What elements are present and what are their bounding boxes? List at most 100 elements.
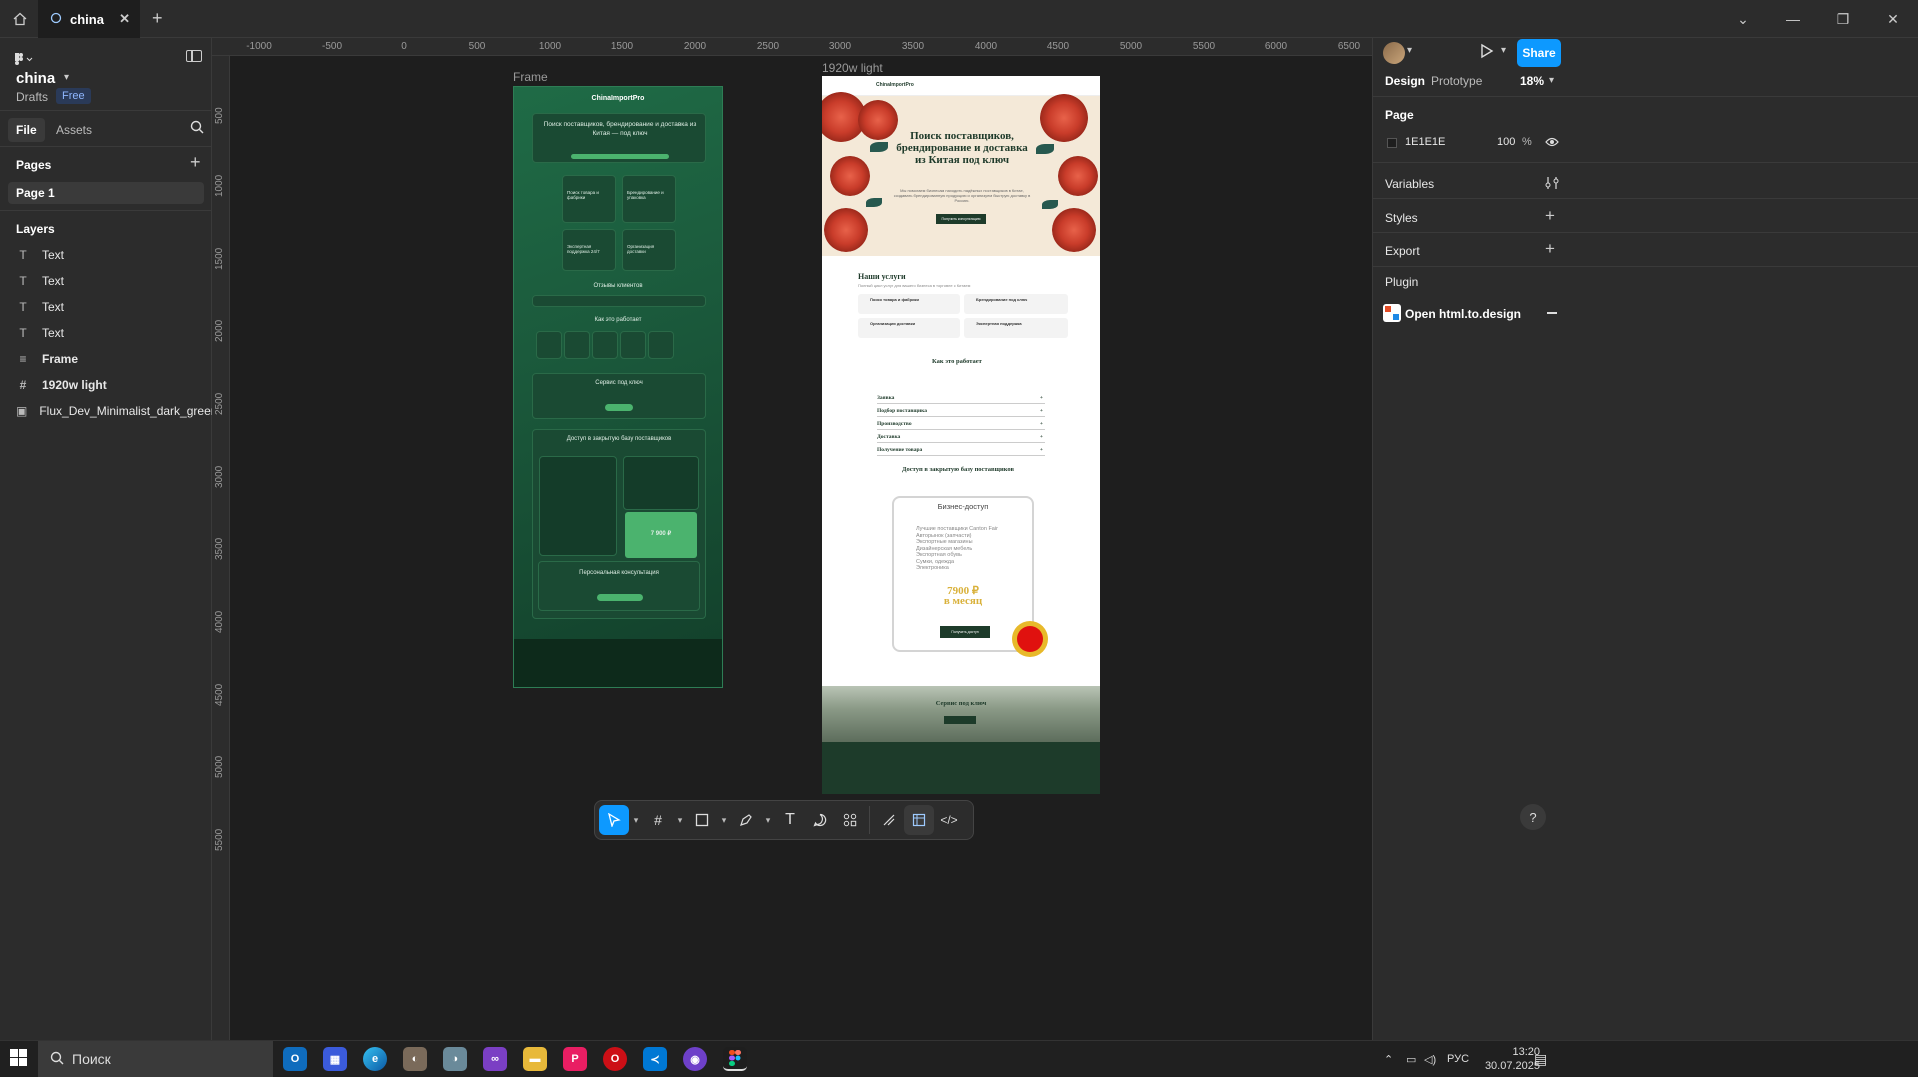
- layer-item[interactable]: ≡ Frame: [0, 346, 212, 372]
- layer-item[interactable]: ▣ Flux_Dev_Minimalist_dark_green_abstract…: [0, 398, 212, 424]
- store-icon[interactable]: ▦: [323, 1047, 347, 1071]
- windows-start-icon[interactable]: [10, 1049, 27, 1066]
- add-page-button[interactable]: +: [190, 152, 201, 173]
- file-location[interactable]: Drafts: [16, 90, 48, 104]
- edge-icon[interactable]: e: [363, 1047, 387, 1071]
- github-icon[interactable]: ◉: [683, 1047, 707, 1071]
- dark-frame[interactable]: ChinaImportPro Поиск поставщиков, бренди…: [513, 86, 723, 688]
- pricing-price: 7900 ₽ в месяц: [894, 586, 1032, 607]
- chevron-down-icon[interactable]: ▾: [1549, 75, 1554, 86]
- frame-label[interactable]: 1920w light: [822, 61, 883, 75]
- frame-layer-icon: ≡: [19, 352, 27, 366]
- page-item[interactable]: Page 1: [8, 182, 204, 204]
- window-close-icon[interactable]: ✕: [1868, 0, 1918, 38]
- variables-settings-icon[interactable]: [1545, 176, 1559, 193]
- home-icon[interactable]: [6, 6, 34, 32]
- avatar[interactable]: [1383, 42, 1405, 64]
- volume-icon[interactable]: ◁): [1424, 1041, 1436, 1077]
- minus-icon[interactable]: [1547, 312, 1557, 314]
- tray-chevron-icon[interactable]: ⌃: [1384, 1041, 1393, 1077]
- chevron-down-icon[interactable]: ▾: [761, 805, 775, 835]
- accordion-label: Получение товара: [877, 447, 923, 453]
- how-title: Как это работает: [594, 317, 642, 323]
- canvas[interactable]: Frame 1920w light ChinaImportPro Поиск п…: [231, 56, 1372, 1040]
- rectangle-tool-icon[interactable]: [687, 805, 717, 835]
- add-export-button[interactable]: +: [1545, 239, 1555, 259]
- pen-tool-icon[interactable]: [731, 805, 761, 835]
- service-card: Брендирование под ключ: [964, 294, 1068, 314]
- close-tab-icon[interactable]: ✕: [119, 11, 130, 27]
- comment-tool-icon[interactable]: [805, 805, 835, 835]
- file-explorer-icon[interactable]: ▬: [523, 1047, 547, 1071]
- pricing-card: Бизнес-доступ Лучшие поставщики Canton F…: [892, 496, 1034, 652]
- clock[interactable]: 13:20 30.07.2025: [1480, 1045, 1540, 1073]
- share-button[interactable]: Share: [1517, 39, 1561, 67]
- app-icon[interactable]: ◐: [403, 1047, 427, 1071]
- divider: [1373, 266, 1918, 267]
- language-indicator[interactable]: РУС: [1447, 1041, 1469, 1077]
- layer-item[interactable]: #1920w light: [0, 372, 212, 398]
- eye-icon[interactable]: [1545, 136, 1559, 151]
- tab-assets[interactable]: Assets: [56, 123, 92, 137]
- tab-design[interactable]: Design: [1385, 74, 1425, 88]
- chevron-down-icon[interactable]: ▾: [1501, 45, 1506, 56]
- page-color-swatch[interactable]: [1387, 138, 1397, 148]
- figma-icon[interactable]: [723, 1047, 747, 1071]
- app-icon[interactable]: P: [563, 1047, 587, 1071]
- assets-tool-icon[interactable]: [835, 805, 865, 835]
- visual-studio-icon[interactable]: ∞: [483, 1047, 507, 1071]
- layer-item[interactable]: T Text: [0, 294, 212, 320]
- new-tab-button[interactable]: +: [152, 8, 163, 29]
- layer-name: Text: [42, 248, 65, 262]
- file-tab[interactable]: china ✕: [38, 0, 140, 38]
- layer-item[interactable]: T Text: [0, 320, 212, 346]
- vscode-icon[interactable]: ≺: [643, 1047, 667, 1071]
- present-icon[interactable]: [1480, 43, 1494, 62]
- bottom-toolbar: ▾ # ▾ ▾ ▾ T </>: [594, 800, 974, 840]
- service-title: Поиск товара и фабрики: [870, 297, 920, 302]
- light-frame[interactable]: ChinaImportPro Поиск поставщиков, бренди…: [822, 76, 1100, 794]
- tab-file[interactable]: File: [8, 118, 45, 142]
- plan-badge[interactable]: Free: [56, 88, 91, 104]
- layer-item[interactable]: T Text: [0, 242, 212, 268]
- chevron-down-icon[interactable]: ▾: [1407, 45, 1412, 56]
- divider: [1373, 96, 1918, 97]
- file-name[interactable]: china: [16, 70, 55, 87]
- frame-tool-icon[interactable]: #: [643, 805, 673, 835]
- search-icon[interactable]: [190, 120, 204, 137]
- chevron-down-icon[interactable]: ▾: [64, 72, 69, 83]
- tab-prototype[interactable]: Prototype: [1431, 74, 1482, 88]
- restore-icon[interactable]: ❐: [1818, 0, 1868, 38]
- chevron-down-icon[interactable]: ▾: [673, 805, 687, 835]
- opera-icon[interactable]: O: [603, 1047, 627, 1071]
- taskbar-search[interactable]: Поиск: [38, 1041, 273, 1077]
- help-button[interactable]: ?: [1520, 804, 1546, 830]
- minimize-icon[interactable]: —: [1768, 0, 1818, 38]
- text-tool-icon[interactable]: T: [775, 805, 805, 835]
- plus-icon: +: [1039, 434, 1043, 440]
- network-icon[interactable]: ▭: [1406, 1041, 1416, 1077]
- accordion-label: Доставка: [877, 434, 901, 440]
- main-menu-icon[interactable]: [14, 52, 34, 69]
- layer-item[interactable]: T Text: [0, 268, 212, 294]
- move-tool[interactable]: [599, 805, 629, 835]
- add-style-button[interactable]: +: [1545, 206, 1555, 226]
- notifications-icon[interactable]: ▤: [1534, 1041, 1547, 1077]
- chevron-down-icon[interactable]: ▾: [717, 805, 731, 835]
- hero-title: Поиск поставщиков, брендирование и доста…: [896, 130, 1028, 166]
- page-opacity-value[interactable]: 100: [1497, 136, 1515, 148]
- sidebar-toggle-icon[interactable]: [186, 50, 202, 62]
- seal-stamp: [1012, 621, 1048, 657]
- frame-label[interactable]: Frame: [513, 70, 548, 84]
- draw-mode-icon[interactable]: [874, 805, 904, 835]
- design-mode-icon[interactable]: [904, 805, 934, 835]
- tabs-dropdown-icon[interactable]: ⌄: [1718, 0, 1768, 38]
- zoom-level[interactable]: 18%: [1520, 74, 1544, 88]
- app-icon[interactable]: ◑: [443, 1047, 467, 1071]
- chevron-down-icon[interactable]: ▾: [629, 805, 643, 835]
- page-color-value[interactable]: 1E1E1E: [1405, 136, 1445, 148]
- outlook-icon[interactable]: O: [283, 1047, 307, 1071]
- dev-mode-icon[interactable]: </>: [934, 805, 964, 835]
- plugin-name[interactable]: Open html.to.design: [1405, 307, 1521, 321]
- ruler-tick: 4500: [214, 683, 225, 706]
